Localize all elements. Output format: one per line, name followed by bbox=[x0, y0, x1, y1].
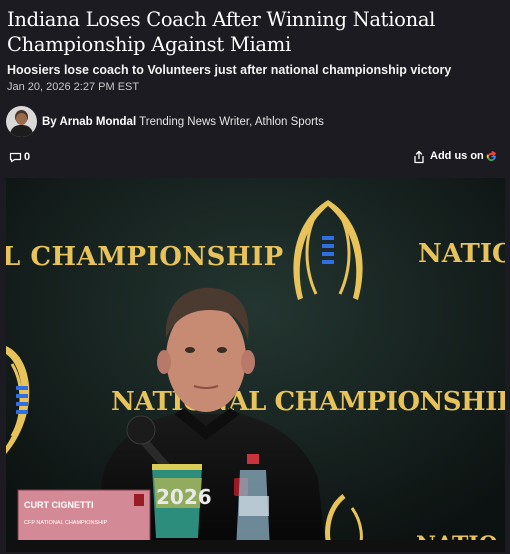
article-timestamp: Jan 20, 2026 2:27 PM EST bbox=[7, 81, 140, 93]
backdrop-left-text: L CHAMPIONSHIP bbox=[6, 242, 284, 272]
author-role: Trending News Writer, Athlon Sports bbox=[136, 115, 324, 128]
comment-count: 0 bbox=[24, 151, 31, 163]
nameplate: CURT CIGNETTI CFP NATIONAL CHAMPIONSHIP bbox=[17, 489, 151, 543]
article-photo: L CHAMPIONSHIP NATIO NATIONAL CHAMPIONSH… bbox=[6, 178, 505, 552]
author-avatar[interactable] bbox=[6, 106, 37, 137]
backdrop-right-text: NATIO bbox=[418, 239, 505, 269]
byline-prefix: By bbox=[42, 115, 60, 128]
add-us-label: Add us on bbox=[430, 150, 484, 162]
nameplate-sub: CFP NATIONAL CHAMPIONSHIP bbox=[24, 520, 108, 526]
article-headline: Indiana Loses Coach After Winning Nation… bbox=[7, 8, 436, 56]
backdrop-mid-text: NATIONAL CHAMPIONSHIP bbox=[111, 387, 505, 417]
cup-text: 2026 bbox=[156, 485, 212, 509]
comment-icon bbox=[9, 152, 22, 162]
author-byline: By Arnab Mondal Trending News Writer, At… bbox=[6, 106, 324, 137]
google-g-icon bbox=[486, 150, 496, 161]
add-us-on-google-button[interactable]: Add us on bbox=[430, 150, 497, 162]
nameplate-name: CURT CIGNETTI bbox=[24, 500, 94, 510]
author-name-link[interactable]: Arnab Mondal bbox=[59, 116, 136, 128]
author-text: By Arnab Mondal Trending News Writer, At… bbox=[42, 116, 324, 128]
article-subhead: Hoosiers lose coach to Volunteers just a… bbox=[7, 63, 452, 77]
comments-button[interactable]: 0 bbox=[9, 151, 30, 163]
share-icon[interactable] bbox=[412, 150, 426, 164]
